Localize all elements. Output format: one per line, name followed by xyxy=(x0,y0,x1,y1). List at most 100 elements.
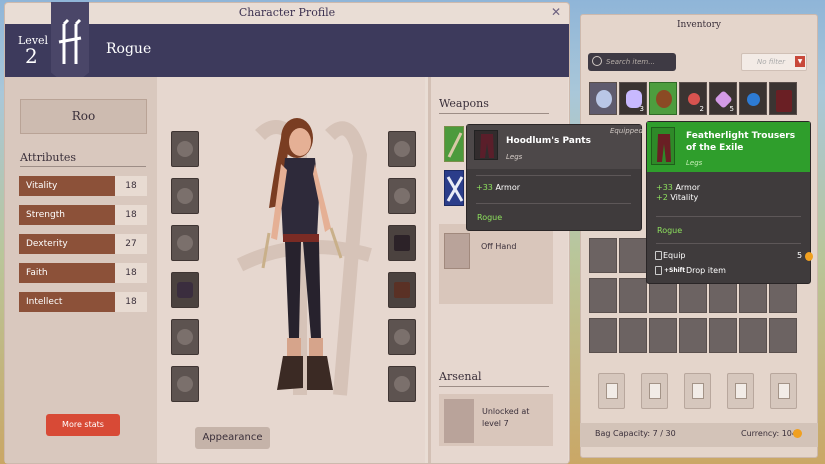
equip-slot-feet[interactable] xyxy=(388,272,416,308)
mouse-click-icon xyxy=(655,266,662,275)
close-icon[interactable]: ✕ xyxy=(549,5,563,19)
attribute-value: 18 xyxy=(115,263,147,283)
coin-icon xyxy=(805,252,813,261)
crossed-blades-icon xyxy=(446,176,464,202)
glove-icon xyxy=(394,141,410,157)
empty-inventory-slot[interactable] xyxy=(619,278,647,313)
inventory-item-slot[interactable] xyxy=(589,82,617,115)
more-stats-button[interactable]: More stats xyxy=(46,414,120,436)
search-icon xyxy=(592,56,602,66)
equip-slot-neck[interactable] xyxy=(171,178,199,214)
appearance-button[interactable]: Appearance xyxy=(195,427,270,449)
ring-icon xyxy=(394,376,410,392)
lock-icon xyxy=(444,399,474,443)
off-hand-label: Off Hand xyxy=(481,242,517,251)
currency: Currency: 104 xyxy=(741,429,797,438)
attribute-row-faith: Faith 18 xyxy=(19,263,147,283)
divider xyxy=(439,113,549,114)
item-slot: Legs xyxy=(686,159,703,167)
vest-icon xyxy=(177,282,193,298)
inventory-item-slot[interactable] xyxy=(769,82,797,115)
bag-slot[interactable] xyxy=(598,373,625,409)
inventory-item-slot[interactable] xyxy=(739,82,767,115)
equip-slot-back[interactable] xyxy=(171,319,199,355)
attribute-label: Dexterity xyxy=(26,239,68,249)
bag-slot[interactable] xyxy=(770,373,797,409)
bag-slot[interactable] xyxy=(641,373,668,409)
inventory-item-slot[interactable]: 5 xyxy=(709,82,737,115)
empty-inventory-slot[interactable] xyxy=(769,318,797,353)
chevron-down-icon[interactable]: ▼ xyxy=(795,56,805,67)
attribute-label: Strength xyxy=(26,210,65,220)
inventory-item-slot[interactable] xyxy=(649,82,677,115)
empty-inventory-slot[interactable] xyxy=(589,278,617,313)
orb-icon xyxy=(747,93,760,106)
inventory-item-slot[interactable]: 3 xyxy=(619,82,647,115)
dagger-icon xyxy=(447,132,463,158)
equip-slot-chest[interactable] xyxy=(171,272,199,308)
empty-inventory-slot[interactable] xyxy=(649,318,677,353)
empty-inventory-slot[interactable] xyxy=(709,318,737,353)
empty-inventory-slot[interactable] xyxy=(589,318,617,353)
equip-slot-ring-left[interactable] xyxy=(171,366,199,402)
attribute-value: 18 xyxy=(115,205,147,225)
attribute-row-dexterity: Dexterity 27 xyxy=(19,234,147,254)
divider xyxy=(656,243,801,244)
equip-slot-hands[interactable] xyxy=(388,131,416,167)
equip-slot-belt[interactable] xyxy=(388,178,416,214)
pouch-icon xyxy=(656,90,672,108)
divider xyxy=(20,166,146,167)
item-price: 5 xyxy=(797,251,803,260)
ring-icon xyxy=(177,376,193,392)
character-model xyxy=(261,118,343,390)
divider xyxy=(656,216,801,217)
character-name: Roo xyxy=(20,99,147,134)
item-name: Hoodlum's Pants xyxy=(506,136,591,146)
equip-action[interactable]: Equip xyxy=(663,251,686,260)
empty-inventory-slot[interactable] xyxy=(619,318,647,353)
divider xyxy=(476,175,631,176)
coin-icon xyxy=(793,429,802,438)
pants-icon xyxy=(394,235,410,251)
weapon-slot-main[interactable] xyxy=(444,126,464,162)
attribute-row-intellect: Intellect 18 xyxy=(19,292,147,312)
equipped-badge: Equipped xyxy=(610,127,643,135)
attribute-label: Intellect xyxy=(26,297,63,307)
equip-slot-legs[interactable] xyxy=(388,225,416,261)
divider xyxy=(439,386,549,387)
weapon-slot-secondary[interactable] xyxy=(444,170,464,206)
equip-slot-head[interactable] xyxy=(171,131,199,167)
attributes-title: Attributes xyxy=(20,151,77,164)
attribute-value: 27 xyxy=(115,234,147,254)
class-emblem-icon xyxy=(51,2,89,88)
empty-inventory-slot[interactable] xyxy=(589,238,617,273)
empty-inventory-slot[interactable] xyxy=(679,318,707,353)
arsenal-title: Arsenal xyxy=(439,370,482,383)
drop-item-action[interactable]: Drop item xyxy=(686,266,726,275)
bag-icon xyxy=(778,383,790,399)
item-stat-armor: +33 Armor xyxy=(656,183,701,192)
item-stat-armor: +33 Armor xyxy=(476,183,521,192)
attribute-row-strength: Strength 18 xyxy=(19,205,147,225)
bag-slot[interactable] xyxy=(684,373,711,409)
level-value: 2 xyxy=(25,44,38,68)
attribute-row-vitality: Vitality 18 xyxy=(19,176,147,196)
bag-icon xyxy=(606,383,618,399)
empty-inventory-slot[interactable] xyxy=(739,318,767,353)
bag-icon xyxy=(735,383,747,399)
bag-slot[interactable] xyxy=(727,373,754,409)
empty-inventory-slot[interactable] xyxy=(619,238,647,273)
pants-icon xyxy=(474,130,498,160)
equip-slot-trinket[interactable] xyxy=(388,319,416,355)
bag-icon xyxy=(692,383,704,399)
shift-key-hint: +Shift xyxy=(664,267,686,274)
star-icon xyxy=(394,329,410,345)
class-name: Rogue xyxy=(106,41,152,57)
equip-slot-ring-right[interactable] xyxy=(388,366,416,402)
inventory-title: Inventory xyxy=(677,20,721,30)
item-stat-vitality: +2 Vitality xyxy=(656,193,699,202)
equip-slot-shoulders[interactable] xyxy=(171,225,199,261)
inventory-item-slot[interactable]: 2 xyxy=(679,82,707,115)
item-class: Rogue xyxy=(477,213,503,222)
pants-icon xyxy=(776,90,792,112)
